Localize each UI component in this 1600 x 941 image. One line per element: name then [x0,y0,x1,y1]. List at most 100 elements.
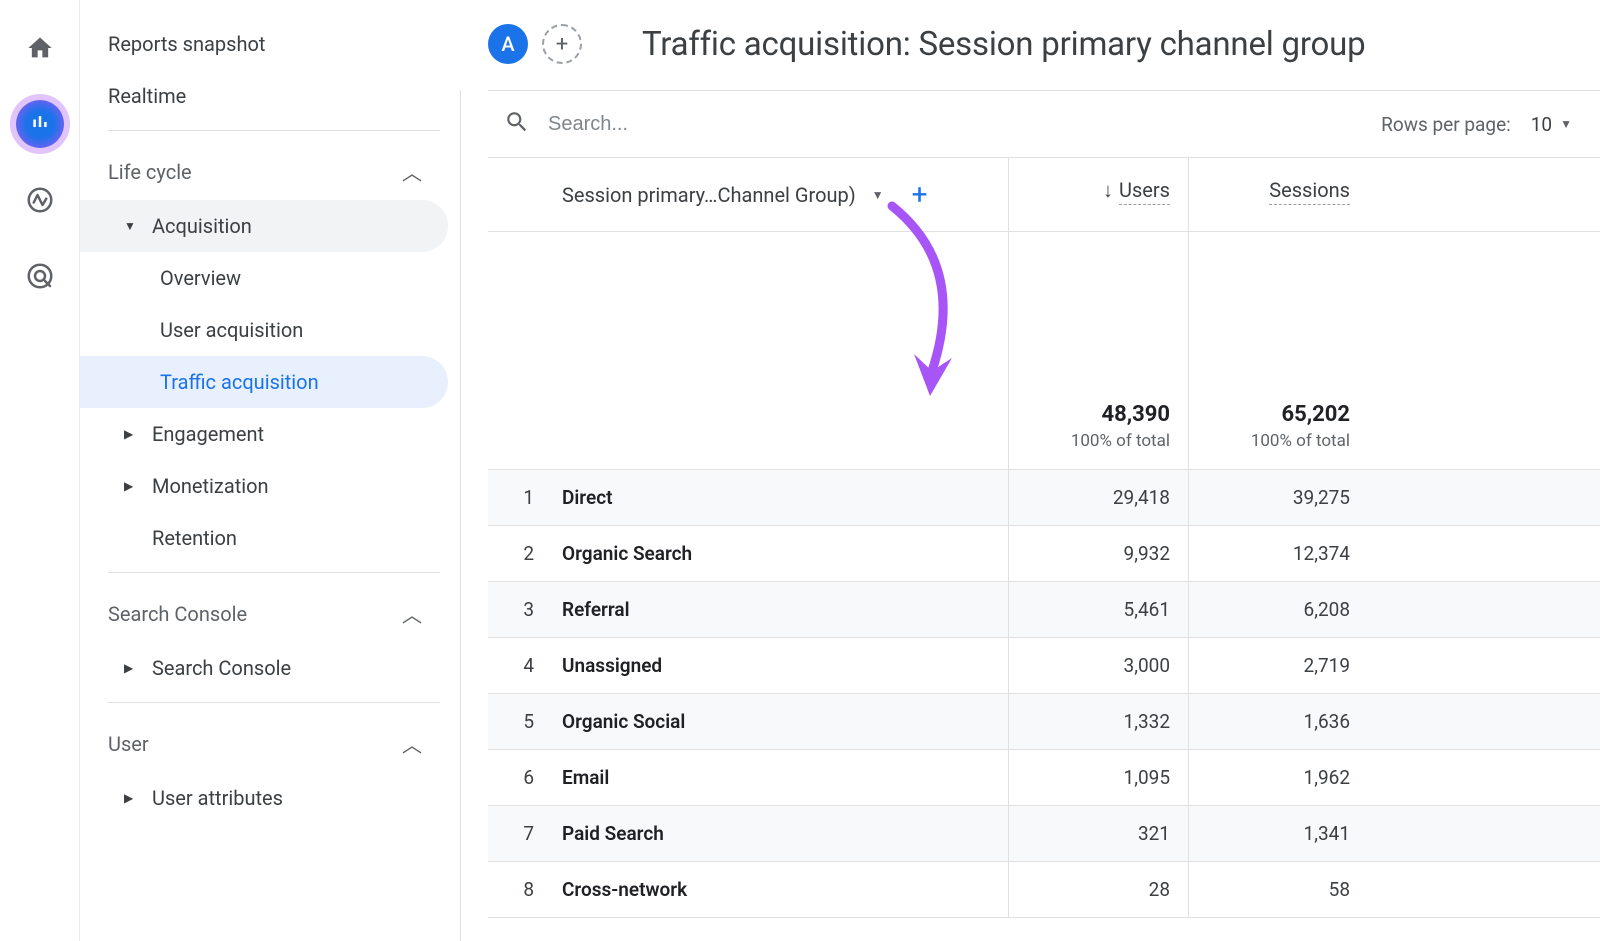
rows-per-page-label: Rows per page: [1381,113,1511,136]
row-sessions: 12,374 [1188,526,1368,581]
divider [108,130,440,131]
row-sessions: 1,636 [1188,694,1368,749]
row-sessions: 58 [1188,862,1368,917]
nav-label: User attributes [152,786,283,810]
nav-search-console[interactable]: ▶ Search Console [80,642,448,694]
table-row[interactable]: 5Organic Social1,3321,636 [488,694,1600,750]
row-users: 321 [1008,806,1188,861]
page-title: Traffic acquisition: Session primary cha… [642,25,1366,64]
reports-icon[interactable] [16,100,64,148]
row-users: 9,932 [1008,526,1188,581]
row-users: 28 [1008,862,1188,917]
nav-label: Search Console [152,656,291,680]
row-users: 3,000 [1008,638,1188,693]
chevron-up-icon: ︿ [402,599,422,628]
row-sessions: 1,341 [1188,806,1368,861]
row-index: 4 [488,638,562,693]
row-index: 6 [488,750,562,805]
row-dimension: Organic Search [562,526,1008,581]
caret-right-icon: ▶ [124,427,136,441]
chevron-up-icon: ︿ [402,157,422,186]
row-dimension: Referral [562,582,1008,637]
section-label: Search Console [108,602,247,626]
data-table: Session primary…Channel Group) ▼ + ↓User… [488,158,1600,918]
chevron-up-icon: ︿ [402,729,422,758]
total-value: 65,202 [1189,402,1350,427]
row-sessions: 39,275 [1188,470,1368,525]
nav-realtime[interactable]: Realtime [80,70,448,122]
add-segment-button[interactable]: + [542,24,582,64]
table-toolbar: Rows per page: 10 ▼ [488,91,1600,158]
table-row[interactable]: 7Paid Search3211,341 [488,806,1600,862]
table-header: Session primary…Channel Group) ▼ + ↓User… [488,158,1600,232]
column-users[interactable]: ↓Users [1008,158,1188,231]
nav-section-user[interactable]: User ︿ [80,711,442,772]
segment-chip-all-users[interactable]: A [488,24,528,64]
row-users: 1,095 [1008,750,1188,805]
nav-rail [0,0,80,941]
main-header: A + Traffic acquisition: Session primary… [460,0,1600,90]
dimension-label: Session primary…Channel Group) [562,183,856,207]
rows-per-page-select[interactable]: 10 ▼ [1531,113,1572,136]
row-index: 2 [488,526,562,581]
nav-section-life-cycle[interactable]: Life cycle ︿ [80,139,442,200]
nav-engagement[interactable]: ▶ Engagement [80,408,448,460]
metric-label: Users [1119,178,1170,205]
total-users: 48,390 100% of total [1008,232,1188,469]
table-row[interactable]: 4Unassigned3,0002,719 [488,638,1600,694]
row-index: 1 [488,470,562,525]
nav-reports-snapshot[interactable]: Reports snapshot [80,18,448,70]
table-row[interactable]: 3Referral5,4616,208 [488,582,1600,638]
table-row[interactable]: 1Direct29,41839,275 [488,470,1600,526]
metric-label: Sessions [1269,178,1350,205]
table-row[interactable]: 6Email1,0951,962 [488,750,1600,806]
total-pct: 100% of total [1009,431,1170,451]
column-sessions[interactable]: Sessions [1188,158,1368,231]
divider [108,702,440,703]
row-users: 1,332 [1008,694,1188,749]
row-index: 7 [488,806,562,861]
row-dimension: Organic Social [562,694,1008,749]
add-dimension-button[interactable]: + [912,178,928,211]
nav-retention[interactable]: Retention [80,512,448,564]
nav-user-attributes[interactable]: ▶ User attributes [80,772,448,824]
section-label: User [108,732,149,756]
advertising-icon[interactable] [16,252,64,300]
nav-traffic-acquisition[interactable]: Traffic acquisition [80,356,448,408]
sidebar: Reports snapshot Realtime Life cycle ︿ ▼… [80,0,460,941]
nav-label: Retention [152,526,237,550]
row-sessions: 1,962 [1188,750,1368,805]
table-row[interactable]: 2Organic Search9,93212,374 [488,526,1600,582]
row-index: 5 [488,694,562,749]
caret-right-icon: ▶ [124,479,136,493]
home-icon[interactable] [16,24,64,72]
nav-monetization[interactable]: ▶ Monetization [80,460,448,512]
total-value: 48,390 [1009,402,1170,427]
nav-overview[interactable]: Overview [80,252,448,304]
row-sessions: 6,208 [1188,582,1368,637]
row-users: 5,461 [1008,582,1188,637]
nav-section-search-console[interactable]: Search Console ︿ [80,581,442,642]
row-dimension: Direct [562,470,1008,525]
nav-acquisition[interactable]: ▼ Acquisition [80,200,448,252]
dimension-header[interactable]: Session primary…Channel Group) ▼ + [488,158,1008,231]
caret-right-icon: ▶ [124,791,136,805]
explore-icon[interactable] [16,176,64,224]
main-content: A + Traffic acquisition: Session primary… [460,0,1600,941]
nav-label: Acquisition [152,214,252,238]
chevron-down-icon[interactable]: ▼ [872,188,884,202]
row-dimension: Email [562,750,1008,805]
divider [108,572,440,573]
total-sessions: 65,202 100% of total [1188,232,1368,469]
nav-user-acquisition[interactable]: User acquisition [80,304,448,356]
row-sessions: 2,719 [1188,638,1368,693]
table-container: Rows per page: 10 ▼ Session primary…Chan… [488,90,1600,918]
table-row[interactable]: 8Cross-network2858 [488,862,1600,918]
totals-row: 48,390 100% of total 65,202 100% of tota… [488,232,1600,470]
divider [460,90,461,941]
search-input[interactable] [548,113,848,136]
caret-down-icon: ▼ [124,219,136,233]
nav-label: Engagement [152,422,264,446]
row-users: 29,418 [1008,470,1188,525]
search-icon [504,109,530,139]
